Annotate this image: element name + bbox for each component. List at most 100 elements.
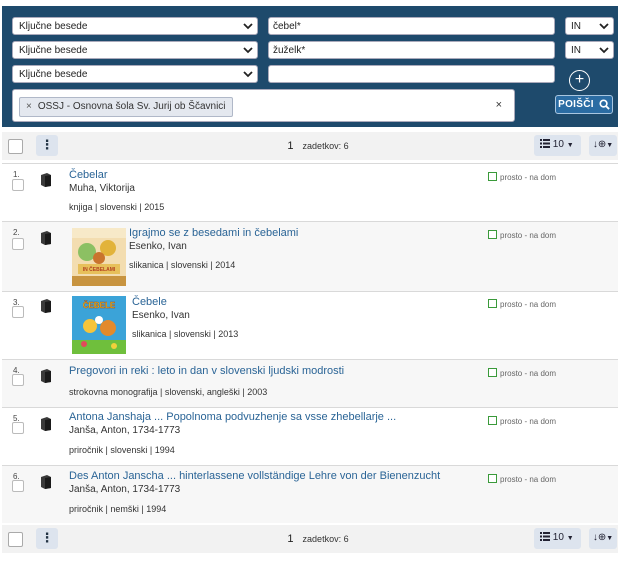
sort-icon: ↓⊕ (592, 532, 607, 543)
availability-indicator-icon (488, 368, 497, 377)
availability-indicator-icon (488, 299, 497, 308)
availability-indicator-icon (488, 172, 497, 181)
per-page-select[interactable]: 10 ▼ (534, 135, 581, 156)
sort-button[interactable]: ↓⊕▼ (589, 135, 617, 156)
availability-text: prosto - na dom (500, 231, 557, 240)
term-input-3[interactable] (268, 65, 555, 83)
result-title-link[interactable]: Čebelar (69, 169, 108, 181)
per-page-select[interactable]: 10 ▼ (534, 528, 581, 549)
page-number[interactable]: 1 (287, 140, 293, 152)
caret-down-icon: ▼ (606, 142, 614, 149)
book-icon (41, 231, 51, 245)
result-meta: slikanica | slovenski | 2013 (132, 329, 239, 339)
remove-chip-icon[interactable]: × (26, 101, 32, 112)
result-checkbox[interactable] (12, 306, 24, 318)
result-meta: priročnik | nemški | 1994 (69, 504, 167, 514)
hits-count: zadetkov: 6 (302, 534, 349, 544)
per-page-value: 10 (552, 532, 564, 543)
page-number[interactable]: 1 (287, 533, 293, 545)
chevron-down-icon (599, 47, 609, 54)
availability-status[interactable]: prosto - na dom (488, 474, 556, 484)
field-select-3-value: Ključne besede (19, 69, 88, 80)
search-icon (599, 99, 610, 110)
book-icon (41, 299, 51, 313)
result-row: 1. Čebelar Muha, Viktorija knjiga | slov… (2, 163, 618, 221)
availability-status[interactable]: prosto - na dom (488, 416, 556, 426)
result-number: 2. (13, 228, 20, 237)
book-icon (41, 475, 51, 489)
result-meta: knjiga | slovenski | 2015 (69, 202, 165, 212)
result-checkbox[interactable] (12, 422, 24, 434)
list-icon (540, 532, 550, 541)
filter-box[interactable]: × OSSJ - Osnovna šola Sv. Jurij ob Ščavni… (12, 89, 515, 122)
results-toolbar-bottom: ⋮ 1 zadetkov: 6 10 ▼ ↓⊕▼ (2, 525, 618, 553)
term-input-1[interactable]: čebel* (268, 17, 555, 35)
result-author[interactable]: Janša, Anton, 1734-1773 (69, 425, 180, 436)
term-input-2[interactable]: žuželk* (268, 41, 555, 59)
result-title-link[interactable]: Pregovori in reki : leto in dan v sloven… (69, 365, 344, 377)
availability-indicator-icon (488, 416, 497, 425)
caret-down-icon: ▼ (606, 535, 614, 542)
operator-select-2[interactable]: IN (565, 41, 614, 59)
results-toolbar-top: ⋮ 1 zadetkov: 6 10 ▼ ↓⊕▼ (2, 132, 618, 160)
result-row: 4. Pregovori in reki : leto in dan v slo… (2, 359, 618, 407)
add-row-button[interactable]: + (569, 70, 590, 91)
term-input-1-value: čebel* (273, 21, 301, 32)
result-checkbox[interactable] (12, 238, 24, 250)
result-author[interactable]: Esenko, Ivan (132, 310, 190, 321)
search-button-label: POIŠČI (558, 99, 594, 110)
availability-status[interactable]: prosto - na dom (488, 230, 556, 240)
availability-text: prosto - na dom (500, 369, 557, 378)
result-row: 6. Des Anton Janscha ... hinterlassene v… (2, 465, 618, 523)
result-title-link[interactable]: Igrajmo se z besedami in čebelami (129, 227, 298, 239)
result-meta: slikanica | slovenski | 2014 (129, 260, 236, 270)
result-meta: strokovna monografija | slovenski, angle… (69, 387, 268, 397)
result-meta: priročnik | slovenski | 1994 (69, 445, 175, 455)
availability-indicator-icon (488, 474, 497, 483)
result-number: 1. (13, 170, 20, 179)
availability-text: prosto - na dom (500, 417, 557, 426)
result-row: 5. Antona Janshaja ... Popolnoma podvuzh… (2, 407, 618, 465)
chevron-down-icon (243, 23, 253, 30)
book-icon (41, 417, 51, 431)
result-author[interactable]: Muha, Viktorija (69, 183, 135, 194)
filter-chip[interactable]: × OSSJ - Osnovna šola Sv. Jurij ob Ščavni… (19, 97, 233, 117)
per-page-value: 10 (552, 139, 564, 150)
field-select-2-value: Ključne besede (19, 45, 88, 56)
sort-button[interactable]: ↓⊕▼ (589, 528, 617, 549)
operator-select-1[interactable]: IN (565, 17, 614, 35)
field-select-2[interactable]: Ključne besede (12, 41, 258, 59)
result-title-link[interactable]: Antona Janshaja ... Popolnoma podvuzhenj… (69, 411, 396, 423)
result-checkbox[interactable] (12, 374, 24, 386)
field-select-1-value: Ključne besede (19, 21, 88, 32)
chevron-down-icon (599, 23, 609, 30)
availability-indicator-icon (488, 230, 497, 239)
caret-down-icon: ▼ (566, 142, 574, 149)
result-title-link[interactable]: Čebele (132, 296, 167, 308)
search-panel: Ključne besede čebel* IN Ključne besede … (2, 6, 618, 127)
result-title-link[interactable]: Des Anton Janscha ... hinterlassene voll… (69, 470, 440, 482)
result-row: 3. ČEBELE Čebele Esenko, Ivan slikanica … (2, 291, 618, 359)
availability-status[interactable]: prosto - na dom (488, 172, 556, 182)
availability-text: prosto - na dom (500, 173, 557, 182)
sort-icon: ↓⊕ (592, 139, 607, 150)
result-author[interactable]: Janša, Anton, 1734-1773 (69, 484, 180, 495)
book-icon (41, 369, 51, 383)
result-checkbox[interactable] (12, 480, 24, 492)
book-cover-image[interactable]: IN ČEBELAMI (72, 228, 126, 286)
field-select-3[interactable]: Ključne besede (12, 65, 258, 83)
filter-chip-label: OSSJ - Osnovna šola Sv. Jurij ob Ščavnic… (37, 101, 226, 112)
clear-filter-icon[interactable]: × (496, 99, 502, 111)
book-icon (41, 173, 51, 187)
availability-text: prosto - na dom (500, 300, 557, 309)
chevron-down-icon (243, 71, 253, 78)
result-checkbox[interactable] (12, 179, 24, 191)
book-cover-image[interactable]: ČEBELE (72, 296, 126, 354)
result-row: 2. IN ČEBELAMI Igrajmo se z besedami in … (2, 221, 618, 291)
search-button[interactable]: POIŠČI (555, 95, 613, 114)
result-author[interactable]: Esenko, Ivan (129, 241, 187, 252)
availability-status[interactable]: prosto - na dom (488, 368, 556, 378)
field-select-1[interactable]: Ključne besede (12, 17, 258, 35)
availability-status[interactable]: prosto - na dom (488, 299, 556, 309)
chevron-down-icon (243, 47, 253, 54)
